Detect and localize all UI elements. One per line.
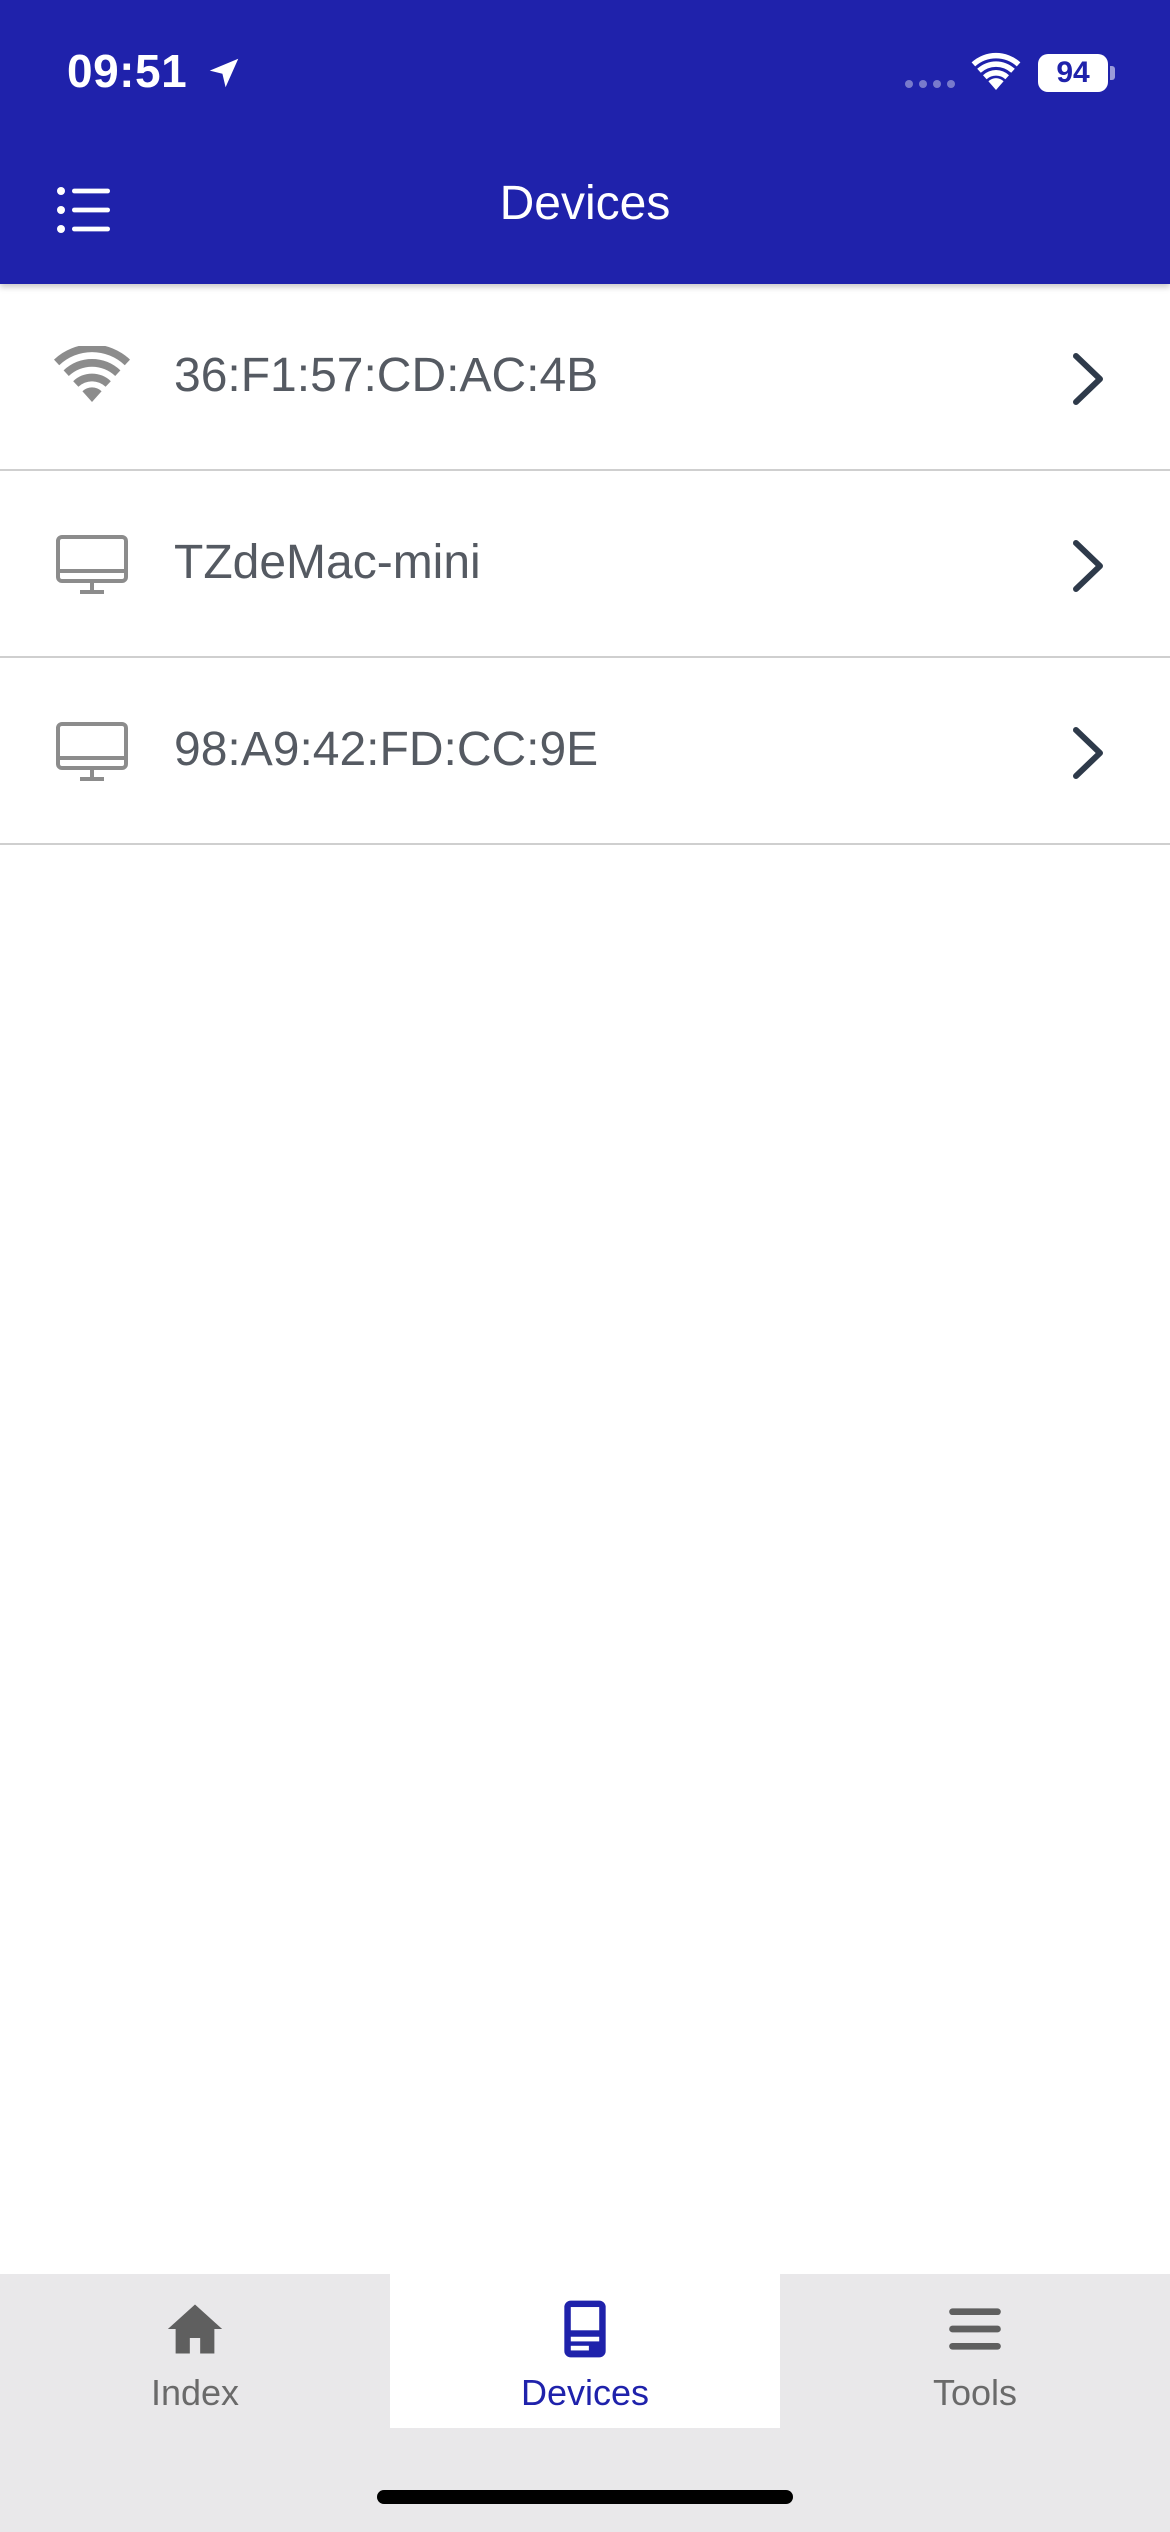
tab-label: Tools bbox=[932, 2372, 1018, 2413]
device-list: 36:F1:57:CD:AC:4B TZdeMac-mini 98:A9:42:… bbox=[0, 284, 1170, 845]
home-icon bbox=[167, 2304, 223, 2354]
battery-indicator: 94 bbox=[1038, 54, 1108, 92]
tab-devices[interactable]: Devices bbox=[390, 2274, 780, 2428]
device-row[interactable]: 98:A9:42:FD:CC:9E bbox=[0, 658, 1170, 845]
wifi-status-icon bbox=[971, 52, 1021, 90]
chevron-right-icon bbox=[1073, 727, 1103, 779]
battery-tip bbox=[1110, 66, 1115, 80]
device-row[interactable]: TZdeMac-mini bbox=[0, 471, 1170, 658]
monitor-icon bbox=[56, 535, 128, 594]
chevron-right-icon bbox=[1073, 353, 1103, 405]
devices-screen: 09:51 94 Devices 36:F1:57:CD:AC:4B TZdeM… bbox=[0, 0, 1170, 2532]
device-name: 36:F1:57:CD:AC:4B bbox=[174, 349, 599, 402]
tab-label: Devices bbox=[520, 2372, 650, 2413]
device-icon bbox=[564, 2300, 606, 2358]
device-row[interactable]: 36:F1:57:CD:AC:4B bbox=[0, 284, 1170, 471]
location-arrow-icon bbox=[209, 58, 239, 88]
tab-label: Index bbox=[150, 2372, 240, 2413]
monitor-icon bbox=[56, 722, 128, 781]
app-header: 09:51 94 Devices bbox=[0, 0, 1170, 284]
home-indicator bbox=[377, 2490, 793, 2504]
chevron-right-icon bbox=[1073, 540, 1103, 592]
device-name: 98:A9:42:FD:CC:9E bbox=[174, 723, 599, 776]
status-time: 09:51 bbox=[67, 45, 188, 97]
wifi-icon bbox=[54, 346, 130, 402]
cellular-signal-icon bbox=[905, 80, 955, 88]
menu-lines-icon bbox=[949, 2308, 1001, 2350]
device-name: TZdeMac-mini bbox=[174, 536, 481, 589]
page-title: Devices bbox=[499, 177, 671, 230]
tab-tools[interactable]: Tools bbox=[780, 2274, 1170, 2428]
tab-index[interactable]: Index bbox=[0, 2274, 390, 2428]
